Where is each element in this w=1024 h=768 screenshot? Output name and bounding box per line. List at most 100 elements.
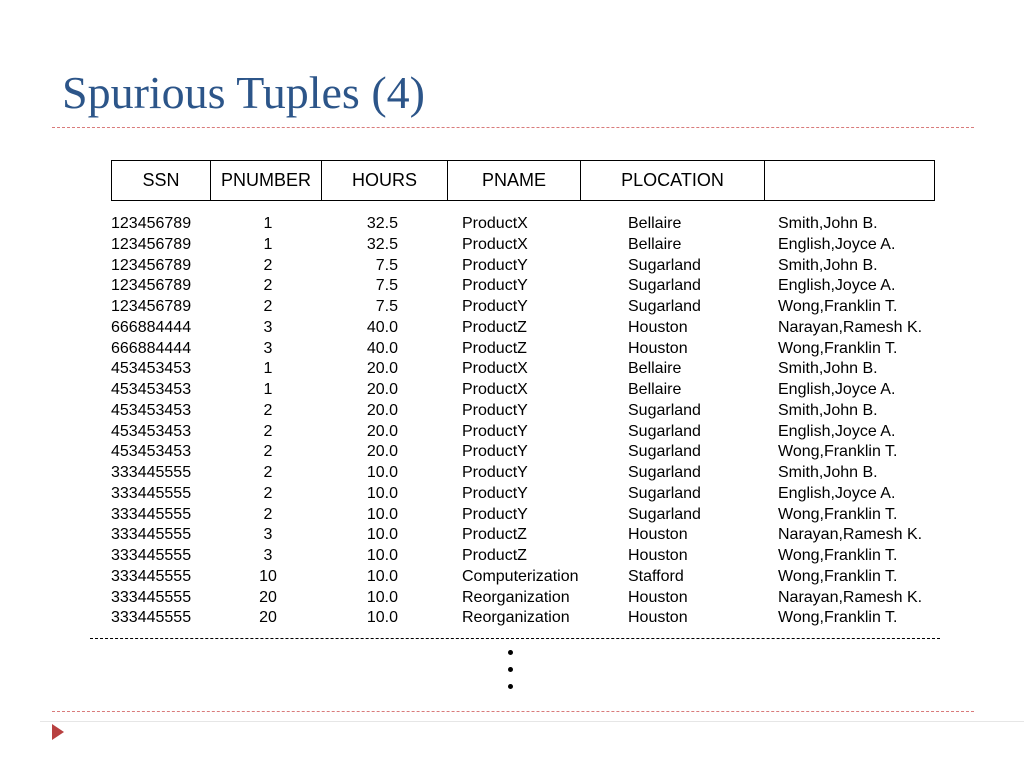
cell-pname: Computerization xyxy=(462,567,579,585)
cell-hours: 20.0 xyxy=(366,422,398,440)
cell-ssn: 453453453 xyxy=(111,381,192,398)
cell-plocation: Bellaire xyxy=(628,235,682,253)
cell-ssn: 123456789 xyxy=(111,215,192,232)
cell-plocation: Sugarland xyxy=(628,256,701,274)
cell-pname: ProductY xyxy=(462,464,528,481)
cell-hours: 7.5 xyxy=(375,277,398,295)
table-row: 333445555 3 10.0 ProductZ Houston Naraya… xyxy=(0,525,1024,546)
cell-plocation: Houston xyxy=(628,588,688,606)
cell-hours: 40.0 xyxy=(366,339,398,357)
cell-ssn: 333445555 xyxy=(111,588,192,606)
vertical-ellipsis-icon xyxy=(505,650,515,701)
table-row: 666884444 3 40.0 ProductZ Houston Naraya… xyxy=(0,318,1024,339)
cell-pnumber: 3 xyxy=(263,339,273,357)
table-row: 123456789 1 32.5 ProductX Bellaire Engli… xyxy=(0,235,1024,256)
table-row: 123456789 2 7.5 ProductY Sugarland Engli… xyxy=(0,276,1024,297)
cell-ssn: 333445555 xyxy=(111,609,192,627)
cell-hours: 20.0 xyxy=(366,360,398,378)
cell-pnumber: 20 xyxy=(259,609,277,627)
table-row: 453453453 1 20.0 ProductX Bellaire Smith… xyxy=(0,359,1024,380)
cell-ssn: 333445555 xyxy=(111,484,192,502)
cell-plocation: Houston xyxy=(628,526,688,544)
cell-ename: English,Joyce A. xyxy=(778,235,896,253)
cell-ename: Smith,John B. xyxy=(778,464,878,481)
cell-pname: ProductY xyxy=(462,256,528,274)
cell-pname: ProductY xyxy=(462,505,528,523)
cell-ename: English,Joyce A. xyxy=(778,277,896,295)
cell-pname: ProductZ xyxy=(462,526,527,544)
table-row: 123456789 2 7.5 ProductY Sugarland Wong,… xyxy=(0,297,1024,318)
table-body: 123456789 1 32.5 ProductX Bellaire Smith… xyxy=(0,214,1024,629)
cell-pnumber: 2 xyxy=(263,422,273,440)
cell-ssn: 453453453 xyxy=(111,360,192,378)
footer-line xyxy=(40,721,1024,722)
cell-ename: Smith,John B. xyxy=(778,360,878,378)
cell-ssn: 123456789 xyxy=(111,277,192,295)
table-row: 333445555 10 10.0 Computerization Staffo… xyxy=(0,567,1024,588)
cell-ssn: 333445555 xyxy=(111,547,192,564)
cell-plocation: Stafford xyxy=(628,567,684,585)
cell-pname: ProductZ xyxy=(462,547,527,564)
cell-pnumber: 2 xyxy=(263,443,273,461)
cell-hours: 10.0 xyxy=(366,567,398,585)
cell-hours: 10.0 xyxy=(366,526,398,544)
table-header: SSN PNUMBER HOURS PNAME PLOCATION xyxy=(111,160,935,201)
cell-plocation: Sugarland xyxy=(628,443,701,461)
cell-pname: ProductY xyxy=(462,277,528,295)
cell-pname: ProductY xyxy=(462,401,528,419)
table-row: 333445555 20 10.0 Reorganization Houston… xyxy=(0,588,1024,609)
cell-ssn: 123456789 xyxy=(111,298,192,315)
cell-ename: Wong,Franklin T. xyxy=(778,298,898,315)
cell-ename: Narayan,Ramesh K. xyxy=(778,588,923,606)
table-row: 333445555 2 10.0 ProductY Sugarland Engl… xyxy=(0,484,1024,505)
cell-ename: Wong,Franklin T. xyxy=(778,339,898,357)
cell-hours: 7.5 xyxy=(375,298,398,315)
cell-hours: 7.5 xyxy=(375,256,398,274)
table-row: 333445555 20 10.0 Reorganization Houston… xyxy=(0,608,1024,629)
cell-hours: 10.0 xyxy=(366,547,398,564)
cell-hours: 40.0 xyxy=(366,318,398,336)
cell-plocation: Sugarland xyxy=(628,505,701,523)
table-row: 333445555 3 10.0 ProductZ Houston Wong,F… xyxy=(0,546,1024,567)
cell-ename: Wong,Franklin T. xyxy=(778,505,898,523)
cell-hours: 32.5 xyxy=(366,235,398,253)
cell-pname: ProductY xyxy=(462,484,528,502)
cell-pname: ProductZ xyxy=(462,318,527,336)
cell-ssn: 123456789 xyxy=(111,235,192,253)
cell-pname: ProductX xyxy=(462,215,528,232)
cell-ssn: 453453453 xyxy=(111,401,192,419)
cell-ename: Smith,John B. xyxy=(778,401,878,419)
cell-pnumber: 1 xyxy=(263,360,273,378)
cell-plocation: Sugarland xyxy=(628,484,701,502)
cell-pnumber: 20 xyxy=(259,588,277,606)
table-row: 333445555 2 10.0 ProductY Sugarland Wong… xyxy=(0,505,1024,526)
cell-plocation: Houston xyxy=(628,318,688,336)
cell-ename: English,Joyce A. xyxy=(778,381,896,398)
cell-ename: Narayan,Ramesh K. xyxy=(778,318,923,336)
cell-ename: Smith,John B. xyxy=(778,215,878,232)
cell-plocation: Bellaire xyxy=(628,215,682,232)
cell-ename: English,Joyce A. xyxy=(778,422,896,440)
cell-hours: 10.0 xyxy=(366,609,398,627)
cell-pname: Reorganization xyxy=(462,609,570,627)
header-pname: PNAME xyxy=(448,161,581,200)
cell-pnumber: 2 xyxy=(263,484,273,502)
table-row: 453453453 2 20.0 ProductY Sugarland Smit… xyxy=(0,401,1024,422)
table-row: 123456789 2 7.5 ProductY Sugarland Smith… xyxy=(0,256,1024,277)
cell-hours: 20.0 xyxy=(366,443,398,461)
cell-pname: ProductZ xyxy=(462,339,527,357)
cell-pnumber: 2 xyxy=(263,464,273,481)
cell-hours: 20.0 xyxy=(366,401,398,419)
table-row: 666884444 3 40.0 ProductZ Houston Wong,F… xyxy=(0,339,1024,360)
table-row: 333445555 2 10.0 ProductY Sugarland Smit… xyxy=(0,463,1024,484)
cell-plocation: Houston xyxy=(628,547,688,564)
header-plocation: PLOCATION xyxy=(581,161,765,200)
cell-ssn: 123456789 xyxy=(111,256,192,274)
cell-pnumber: 2 xyxy=(263,256,273,274)
cell-pnumber: 10 xyxy=(259,567,277,585)
table-row: 453453453 2 20.0 ProductY Sugarland Engl… xyxy=(0,422,1024,443)
cell-ename: English,Joyce A. xyxy=(778,484,896,502)
cell-hours: 10.0 xyxy=(366,588,398,606)
cell-ssn: 666884444 xyxy=(111,318,192,336)
footer-divider xyxy=(52,711,974,712)
